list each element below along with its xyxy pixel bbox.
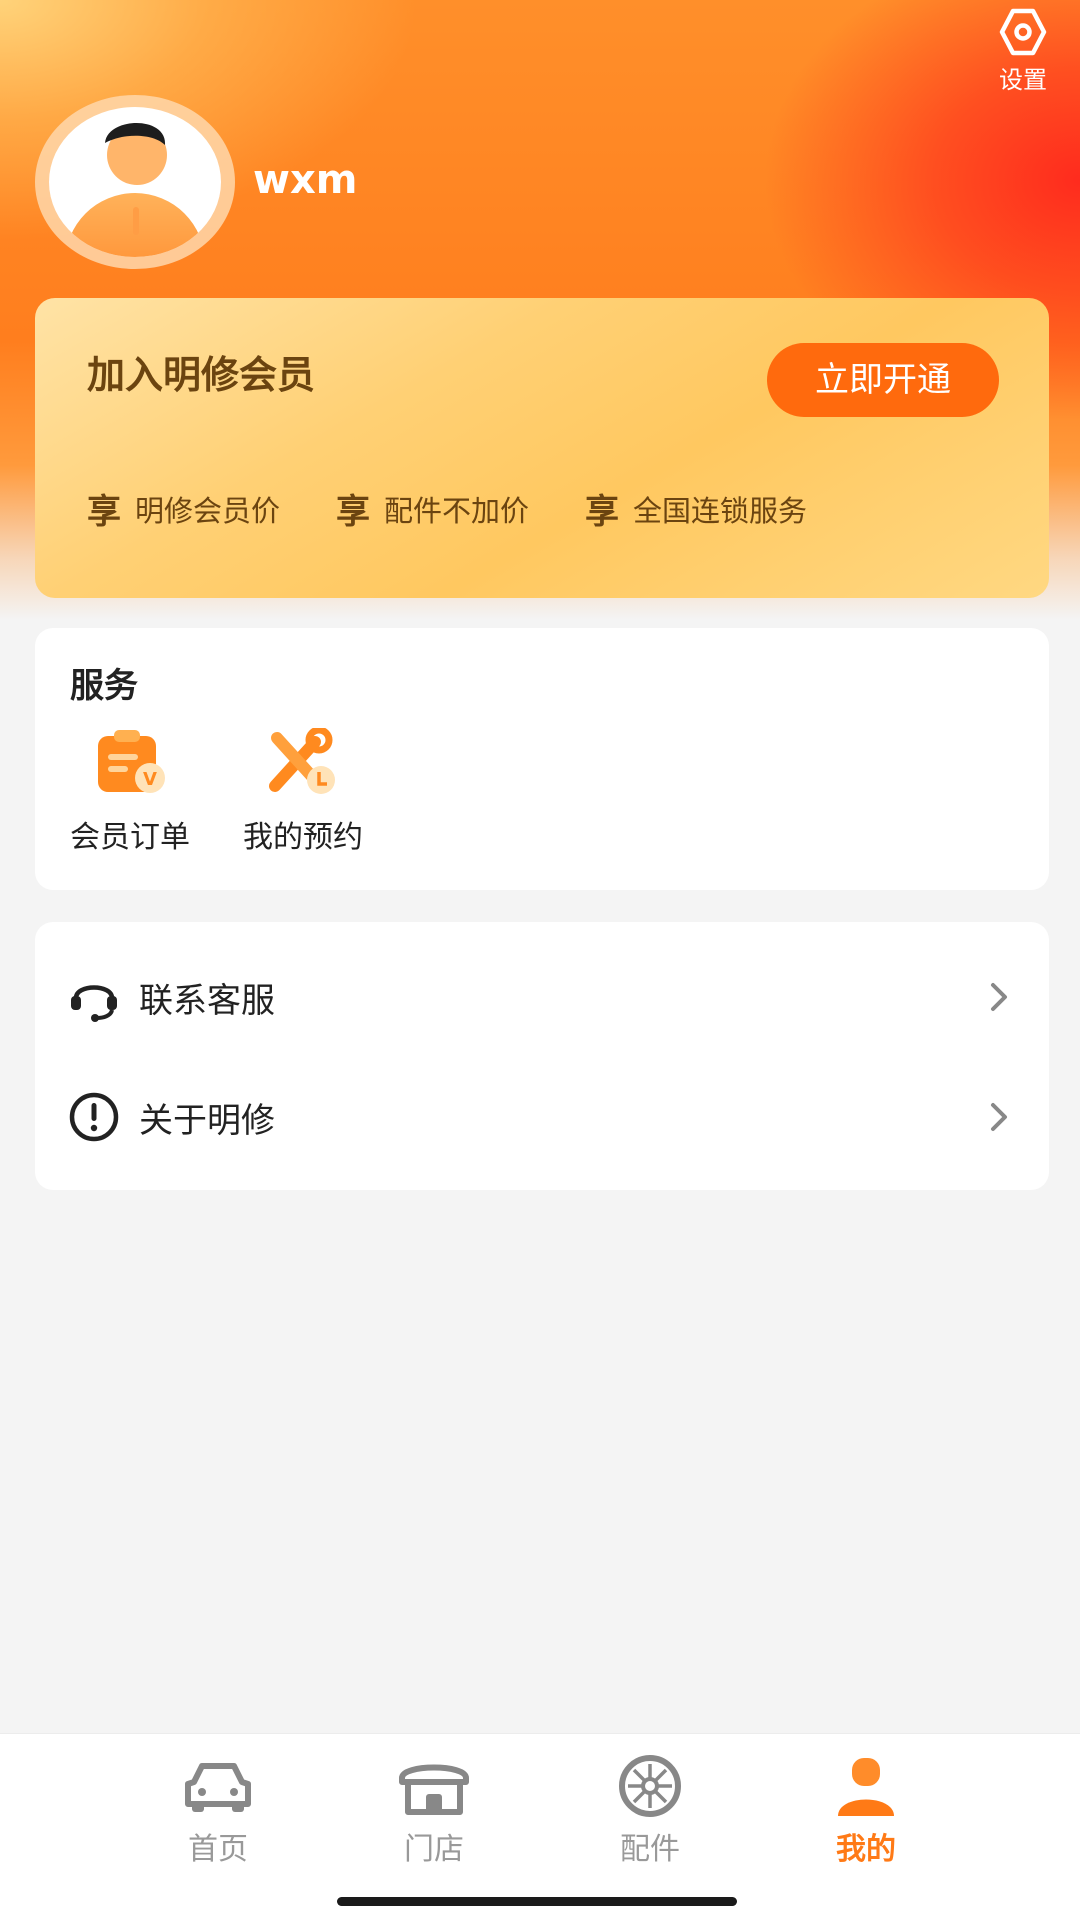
- avatar[interactable]: [49, 107, 221, 257]
- tab-mine[interactable]: 我的: [806, 1754, 926, 1868]
- tab-store[interactable]: 门店: [374, 1754, 494, 1868]
- username: wxm: [253, 157, 358, 203]
- service-label: 会员订单: [70, 820, 190, 855]
- bottom-tab-bar: 首页 门店 配件 我的: [0, 1733, 1080, 1921]
- perk-item: 享 配件不加价: [336, 484, 529, 533]
- info-circle-icon: [69, 1092, 119, 1142]
- menu-item-label: 关于明修: [139, 1100, 275, 1141]
- svg-text:V: V: [143, 769, 157, 790]
- tab-label: 门店: [404, 1832, 464, 1867]
- tab-label: 首页: [188, 1832, 248, 1867]
- perk-prefix: 享: [87, 492, 121, 532]
- membership-title: 加入明修会员: [87, 353, 316, 397]
- membership-card[interactable]: 加入明修会员 立即开通 享 明修会员价 享 配件不加价 享 全国连锁服务: [35, 298, 1049, 598]
- appointment-icon: [269, 726, 335, 794]
- chevron-right-icon: [991, 983, 1007, 1011]
- member-order-icon: V: [98, 730, 165, 793]
- membership-perks: 享 明修会员价 享 配件不加价 享 全国连锁服务: [87, 484, 863, 533]
- perk-label: 配件不加价: [384, 493, 530, 528]
- service-my-appointment[interactable]: 我的预约: [233, 726, 373, 856]
- avatar-person-icon: [65, 123, 205, 257]
- settings-icon: [999, 8, 1047, 56]
- settings-label: 设置: [999, 66, 1047, 94]
- store-icon: [399, 1764, 469, 1815]
- menu-card: 联系客服 关于明修: [35, 922, 1049, 1190]
- perk-prefix: 享: [336, 492, 371, 532]
- perk-prefix: 享: [585, 492, 620, 532]
- tab-home[interactable]: 首页: [158, 1754, 278, 1868]
- services-title: 服务: [70, 666, 138, 706]
- tab-parts[interactable]: 配件: [590, 1754, 710, 1868]
- perk-label: 明修会员价: [135, 493, 281, 528]
- tab-label: 配件: [620, 1832, 680, 1867]
- tab-label: 我的: [836, 1832, 896, 1867]
- headset-icon: [71, 985, 117, 1022]
- services-card: 服务 V 会员订单 我的预约: [35, 628, 1049, 890]
- person-icon: [838, 1758, 894, 1816]
- home-indicator[interactable]: [337, 1897, 737, 1906]
- perk-label: 全国连锁服务: [633, 493, 808, 528]
- wheel-icon: [619, 1755, 681, 1817]
- menu-item-about[interactable]: 关于明修: [35, 1062, 1049, 1172]
- chevron-right-icon: [991, 1103, 1007, 1131]
- settings-button[interactable]: 设置: [988, 8, 1058, 95]
- service-label: 我的预约: [243, 820, 363, 855]
- car-icon: [185, 1763, 251, 1812]
- service-member-order[interactable]: V 会员订单: [60, 728, 200, 856]
- menu-item-label: 联系客服: [139, 980, 275, 1021]
- activate-membership-button[interactable]: 立即开通: [767, 343, 999, 417]
- menu-item-contact-service[interactable]: 联系客服: [35, 942, 1049, 1052]
- perk-item: 享 明修会员价: [87, 484, 280, 533]
- perk-item: 享 全国连锁服务: [585, 484, 807, 533]
